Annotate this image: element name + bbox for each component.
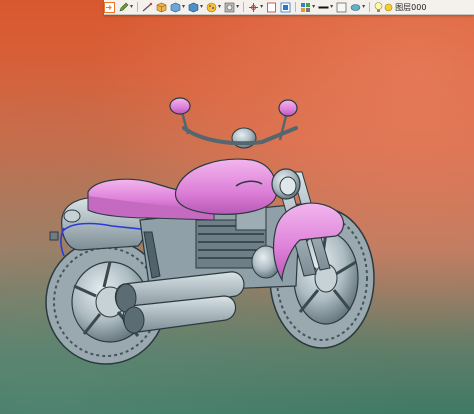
toolbar-item-11[interactable]: ▾ (300, 1, 315, 13)
chevron-down-icon: ▾ (130, 3, 134, 10)
chevron-down-icon: ▾ (312, 3, 316, 10)
chevron-down-icon: ▾ (260, 3, 264, 10)
appearance-icon (206, 2, 217, 12)
toolbar-item-7[interactable]: ▾ (224, 1, 239, 13)
mirrors (169, 97, 298, 117)
chevron-down-icon: ▾ (236, 3, 240, 10)
toolbar-item-2[interactable] (142, 1, 153, 13)
hide-show-icon (188, 2, 199, 12)
display-style-icon (170, 2, 181, 12)
toolbar-item-5[interactable]: ▾ (188, 1, 203, 13)
sun-icon (384, 3, 393, 11)
headlight (271, 168, 301, 200)
toolbar-separator (243, 2, 245, 12)
toolbar-separator (369, 2, 371, 12)
smart-dimension-icon (142, 2, 153, 11)
open-file-icon (104, 1, 115, 13)
graphics-viewport[interactable] (0, 0, 474, 414)
toolbar-item-14[interactable]: ▾ (350, 1, 365, 13)
color-swatch-icon (336, 2, 347, 12)
pen-tool-icon (119, 2, 129, 11)
toolbar-item-13[interactable] (336, 1, 347, 13)
toolbar-item-12[interactable]: ▾ (318, 1, 333, 13)
chevron-down-icon: ▾ (200, 3, 204, 10)
toolbar-item-6[interactable]: ▾ (206, 1, 221, 13)
toolbar-item-9[interactable] (266, 1, 277, 13)
toolbar-item-4[interactable]: ▾ (170, 1, 185, 13)
turn-signal (49, 231, 59, 241)
scene-icon (224, 2, 235, 12)
section-view-icon (267, 2, 276, 12)
taillight (63, 209, 81, 223)
view-toolbar: ▾ ▾ ▾ ▾ ▾ ▾ ▾ ▾ ▾ 图层000 (104, 0, 474, 15)
layer-name: 图层000 (395, 2, 427, 12)
toolbar-item-3[interactable] (156, 1, 167, 13)
display-state-icon (350, 3, 361, 11)
box-view-icon (156, 2, 167, 12)
chevron-down-icon: ▾ (218, 3, 222, 10)
chevron-down-icon: ▾ (182, 3, 186, 10)
toolbar-item-8[interactable]: ▾ (248, 1, 263, 13)
toolbar-separator (137, 2, 139, 12)
view-orientation-icon (280, 2, 291, 12)
layer-control[interactable]: 图层000 (374, 1, 426, 13)
line-style-icon (318, 6, 329, 8)
toolbar-item-1[interactable]: ▾ (118, 1, 133, 13)
motorcycle-model[interactable] (0, 0, 474, 414)
toolbar-separator (295, 2, 297, 12)
toolbar-item-10[interactable] (280, 1, 291, 13)
fuel-tank (174, 158, 277, 215)
toolbar-item-0[interactable] (104, 1, 115, 13)
chevron-down-icon: ▾ (362, 3, 366, 10)
material-icon (301, 2, 311, 12)
view-settings-icon (249, 2, 259, 12)
chevron-down-icon: ▾ (330, 3, 334, 10)
lightbulb-icon (374, 1, 383, 12)
